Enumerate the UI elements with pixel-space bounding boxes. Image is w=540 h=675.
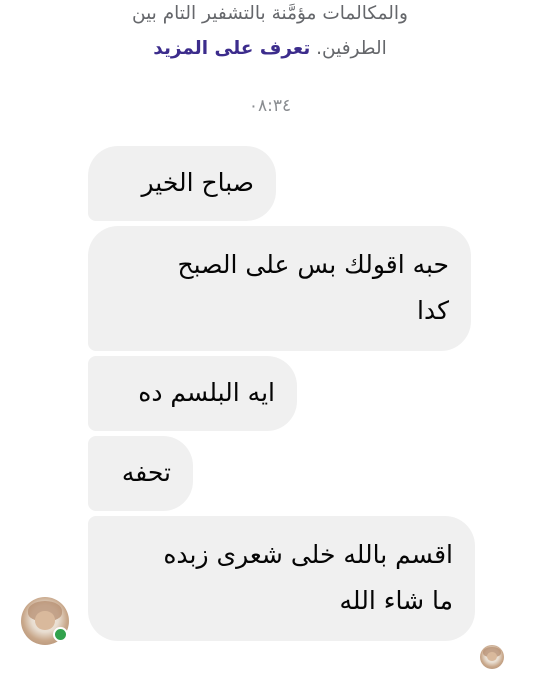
message-text: صباح الخير — [141, 168, 254, 197]
encryption-notice-line2: الطرفين. تعرف على المزيد — [60, 31, 480, 67]
message-text: ايه البلسم ده — [138, 378, 275, 407]
message-timestamp: ٠٨:٣٤ — [248, 96, 292, 116]
encryption-notice-line1: والمكالمات مؤمَّنة بالتشفير التام بين — [132, 3, 408, 24]
message-text: اقسم بالله خلى شعرى زبده — [163, 540, 453, 569]
message-text: تحفه — [121, 458, 171, 487]
message-text: كدا — [417, 296, 449, 325]
learn-more-link[interactable]: تعرف على المزيد — [153, 38, 310, 59]
message-bubble[interactable]: اقسم بالله خلى شعرى زبده ما شاء الله — [88, 516, 475, 641]
message-bubble[interactable]: تحفه — [88, 436, 193, 511]
online-status-icon — [53, 627, 68, 642]
avatar-photo-detail — [35, 611, 55, 630]
message-text: حبه اقولك بس على الصبح — [177, 250, 449, 279]
avatar-photo-detail — [487, 652, 497, 662]
message-bubble[interactable]: صباح الخير — [88, 146, 276, 221]
message-bubble[interactable]: ايه البلسم ده — [88, 356, 297, 431]
chat-thread: والمكالمات مؤمَّنة بالتشفير التام بين ال… — [0, 0, 540, 675]
message-bubble[interactable]: حبه اقولك بس على الصبح كدا — [88, 226, 471, 351]
message-text: ما شاء الله — [339, 586, 453, 615]
seen-receipt-avatar — [480, 645, 504, 669]
encryption-notice-text: الطرفين. — [316, 38, 387, 59]
